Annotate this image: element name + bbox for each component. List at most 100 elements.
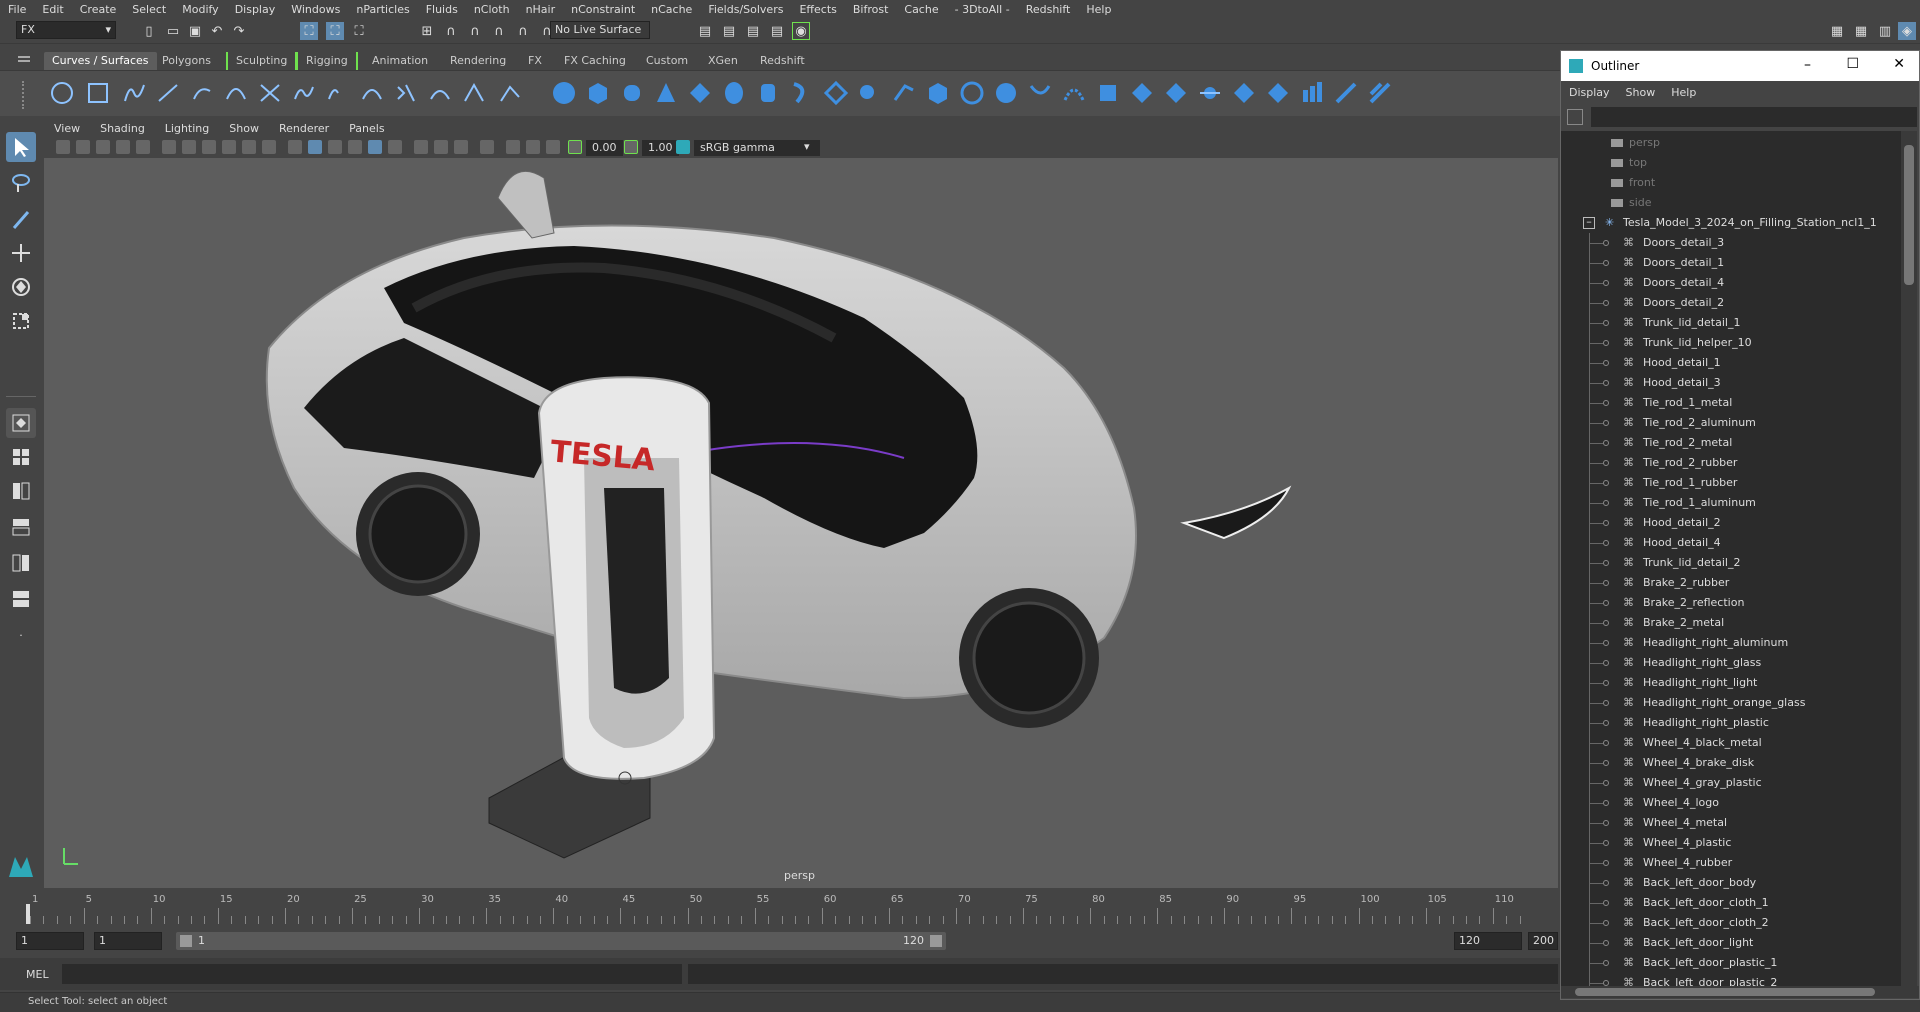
outliner-item-row[interactable]: ⌘ Brake_2_rubber <box>1561 573 1901 593</box>
expand-icon[interactable] <box>1603 400 1609 406</box>
expand-icon[interactable] <box>1603 340 1609 346</box>
panel-menu-lighting[interactable]: Lighting <box>155 122 219 135</box>
outliner-item-row[interactable]: ⌘ Wheel_4_gray_plastic <box>1561 773 1901 793</box>
field-chart-icon[interactable] <box>242 140 256 154</box>
outliner-item-row[interactable]: ⌘ Wheel_4_metal <box>1561 813 1901 833</box>
outliner-item-row[interactable]: ⌘ Tie_rod_2_metal <box>1561 433 1901 453</box>
tab-redshift[interactable]: Redshift <box>752 52 813 70</box>
outliner-item-row[interactable]: ⌘ Tie_rod_1_rubber <box>1561 473 1901 493</box>
outliner-item-row[interactable]: ⌘ Tie_rod_1_metal <box>1561 393 1901 413</box>
attach-curves-icon[interactable] <box>290 79 318 107</box>
shadows-icon[interactable] <box>388 140 402 154</box>
anti-aliasing-icon[interactable] <box>454 140 468 154</box>
paint-select-icon[interactable] <box>6 204 36 234</box>
project-curve-icon[interactable] <box>1026 79 1054 107</box>
exposure-toggle-icon[interactable] <box>568 140 582 154</box>
expand-icon[interactable] <box>1603 360 1609 366</box>
end-time-field[interactable]: 120 <box>1454 932 1522 950</box>
expand-icon[interactable] <box>1603 600 1609 606</box>
extend-surface-icon[interactable] <box>1332 79 1360 107</box>
nurbs-cone-icon[interactable] <box>652 79 680 107</box>
tab-sculpting[interactable]: Sculpting <box>226 52 298 70</box>
start-time-field[interactable]: 1 <box>16 932 84 950</box>
outliner-item-row[interactable]: ⌘ Doors_detail_4 <box>1561 273 1901 293</box>
panel-menu-view[interactable]: View <box>44 122 90 135</box>
range-slider[interactable]: 1 120 <box>176 932 946 950</box>
expand-icon[interactable] <box>1603 320 1609 326</box>
outliner-item-row[interactable]: ⌘ Back_left_door_cloth_2 <box>1561 913 1901 933</box>
outliner-root-row[interactable]: – ✳ Tesla_Model_3_2024_on_Filling_Station_… <box>1561 213 1901 233</box>
expand-icon[interactable] <box>1603 560 1609 566</box>
outliner-item-row[interactable]: ⌘ Trunk_lid_detail_2 <box>1561 553 1901 573</box>
layout-icon[interactable]: ▦ <box>1852 22 1870 40</box>
nurbs-torus-icon[interactable] <box>720 79 748 107</box>
time-slider[interactable]: 1 5 10 15 20 25 30 35 40 45 50 55 60 65 70 75 80 85 90 95 10… <box>0 890 1560 924</box>
expand-icon[interactable] <box>1603 540 1609 546</box>
outliner-item-row[interactable]: ⌘ Headlight_right_light <box>1561 673 1901 693</box>
render-settings-icon[interactable]: ▤ <box>696 22 714 40</box>
move-tool-icon[interactable] <box>6 238 36 268</box>
menu-fluids[interactable]: Fluids <box>418 3 466 16</box>
menu-ncache[interactable]: nCache <box>643 3 700 16</box>
attach-surfaces-icon[interactable] <box>1162 79 1190 107</box>
tab-polygons[interactable]: Polygons <box>154 52 219 70</box>
arc-tool-icon[interactable] <box>222 79 250 107</box>
boundary-icon[interactable] <box>924 79 952 107</box>
menu-select[interactable]: Select <box>124 3 174 16</box>
outliner-item-row[interactable]: ⌘ Hood_detail_3 <box>1561 373 1901 393</box>
ep-curve-icon[interactable] <box>154 79 182 107</box>
outliner-item-row[interactable]: ⌘ Headlight_right_glass <box>1561 653 1901 673</box>
menu-windows[interactable]: Windows <box>283 3 348 16</box>
expand-icon[interactable] <box>1603 460 1609 466</box>
add-points-icon[interactable] <box>496 79 524 107</box>
hypershade-icon[interactable]: ◉ <box>792 22 810 40</box>
minimize-icon[interactable]: – <box>1804 57 1811 73</box>
outliner-item-row[interactable]: ⌘ Trunk_lid_helper_10 <box>1561 333 1901 353</box>
outliner-item-row[interactable]: ⌘ Hood_detail_1 <box>1561 353 1901 373</box>
expand-icon[interactable] <box>1603 740 1609 746</box>
open-scene-icon[interactable]: ▭ <box>164 22 182 40</box>
outliner-camera-row[interactable]: persp <box>1561 133 1901 153</box>
align-surfaces-icon[interactable] <box>1230 79 1258 107</box>
insert-knot-icon[interactable] <box>358 79 386 107</box>
hypershade-layout-icon[interactable] <box>6 548 36 578</box>
snap-surface-icon[interactable]: ∩ <box>514 22 532 40</box>
current-time-field[interactable]: 1 <box>94 932 162 950</box>
outliner-search-input[interactable] <box>1591 107 1917 127</box>
expand-icon[interactable] <box>1603 380 1609 386</box>
outliner-item-row[interactable]: ⌘ Wheel_4_logo <box>1561 793 1901 813</box>
menu-display[interactable]: Display <box>227 3 284 16</box>
select-component-icon[interactable]: ⛶ <box>350 22 368 40</box>
expand-icon[interactable] <box>1603 260 1609 266</box>
intersect-surfaces-icon[interactable] <box>1060 79 1088 107</box>
camera-attributes-icon[interactable] <box>56 140 70 154</box>
outliner-item-row[interactable]: ⌘ Hood_detail_4 <box>1561 533 1901 553</box>
tab-custom[interactable]: Custom <box>638 52 696 70</box>
menu-file[interactable]: File <box>0 3 34 16</box>
lasso-tool-icon[interactable] <box>6 168 36 198</box>
outliner-camera-row[interactable]: side <box>1561 193 1901 213</box>
save-scene-icon[interactable]: ▣ <box>186 22 204 40</box>
pencil-curve-icon[interactable] <box>188 79 216 107</box>
filter-icon[interactable] <box>1567 109 1583 125</box>
detach-surfaces-icon[interactable] <box>1196 79 1224 107</box>
outliner-item-row[interactable]: ⌘ Wheel_4_plastic <box>1561 833 1901 853</box>
menu-edit[interactable]: Edit <box>34 3 71 16</box>
insert-isoparm-icon[interactable] <box>1298 79 1326 107</box>
outliner-item-row[interactable]: ⌘ Brake_2_metal <box>1561 613 1901 633</box>
panel-menu-panels[interactable]: Panels <box>339 122 394 135</box>
nurbs-cylinder-icon[interactable] <box>618 79 646 107</box>
nurbs-plane-icon[interactable] <box>686 79 714 107</box>
tab-fx-caching[interactable]: FX Caching <box>556 52 634 70</box>
max-end-time-field[interactable]: 200 <box>1528 932 1558 950</box>
menu-cache[interactable]: Cache <box>896 3 946 16</box>
square-surface-icon[interactable] <box>958 79 986 107</box>
outliner-menu-show[interactable]: Show <box>1618 86 1664 99</box>
gate-mask-icon[interactable] <box>222 140 236 154</box>
expand-icon[interactable] <box>1603 880 1609 886</box>
menu-redshift[interactable]: Redshift <box>1018 3 1079 16</box>
expand-icon[interactable] <box>1603 920 1609 926</box>
persp-outliner-layout-icon[interactable] <box>6 476 36 506</box>
panel-menu-shading[interactable]: Shading <box>90 122 155 135</box>
expand-icon[interactable] <box>1603 700 1609 706</box>
